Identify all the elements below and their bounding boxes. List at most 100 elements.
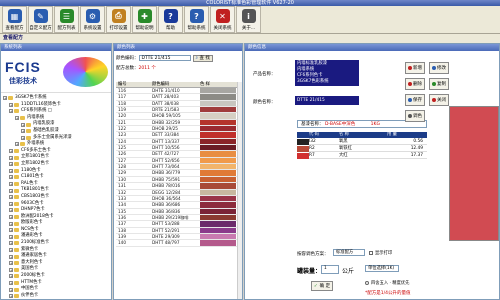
expand-icon[interactable]: + (9, 280, 13, 285)
toolbar-button-list[interactable]: ☰ 配方列表 (54, 6, 79, 33)
toolbar-button-question[interactable]: ? 帮助系统 (184, 6, 209, 33)
tree-node[interactable]: + CF6多乐士色卡 (3, 148, 109, 155)
formula-row[interactable]: R2 氧铁红 12.49 (297, 145, 427, 152)
tree-node[interactable]: + DHNP7色卡 (3, 207, 109, 214)
tree-node[interactable]: + TKB1801色卡 (3, 187, 109, 194)
tree-node[interactable]: + 基础色乳胶漆 (3, 128, 109, 135)
tree-node[interactable]: + 潘通家居色卡 (3, 253, 109, 260)
tree-node[interactable]: + 9603C色卡 (3, 201, 109, 208)
expand-icon[interactable]: + (9, 274, 13, 279)
expand-icon[interactable]: + (9, 221, 13, 226)
color-table-scrollbar[interactable] (237, 82, 242, 299)
expand-icon[interactable]: + (9, 241, 13, 246)
toolbar-button-help[interactable]: ✚ 帮助说明 (132, 6, 157, 33)
tree-node[interactable]: + 内墙系统 (3, 115, 109, 122)
expand-icon[interactable]: + (9, 155, 13, 160)
toolbar-button-print[interactable]: ⎙ 打印设置 (106, 6, 131, 33)
expand-icon[interactable]: + (9, 109, 13, 114)
expand-icon[interactable]: + (9, 228, 13, 233)
tree-node[interactable]: + NCS色卡 (3, 227, 109, 234)
expand-icon[interactable]: + (9, 102, 13, 107)
expand-icon[interactable]: + (9, 201, 13, 206)
expand-icon[interactable]: + (9, 254, 13, 259)
tree-node[interactable]: + 欧洲配2018色卡 (3, 214, 109, 221)
tree-node[interactable]: + 意大利色卡 (3, 260, 109, 267)
toolbar-button-view[interactable]: ▦ 查看配方 (2, 6, 27, 33)
tree-node[interactable]: + 中国色卡 (3, 286, 109, 293)
ok-button[interactable]: ✓ 确 定 (311, 281, 333, 291)
expand-icon[interactable]: + (15, 116, 19, 121)
action-button[interactable]: 关闭 (429, 94, 449, 106)
fcis-logo: FCIS 佳彩技术 (1, 51, 111, 93)
expand-icon[interactable]: + (9, 267, 13, 272)
tree-node[interactable]: + RAL色卡 (3, 181, 109, 188)
formula-row[interactable]: R7 大红 17.37 (297, 152, 427, 159)
expand-icon[interactable]: + (9, 168, 13, 173)
folder-icon (20, 142, 25, 147)
color-row[interactable]: 140 DHTT 48/797 (116, 240, 238, 247)
action-button[interactable]: 调色 (405, 110, 425, 122)
expand-icon[interactable]: + (21, 135, 25, 140)
expand-icon[interactable]: + (9, 175, 13, 180)
expand-icon[interactable]: + (9, 195, 13, 200)
toolbar-button-custom[interactable]: ✎ 自定义配方 (28, 6, 53, 33)
tree-node[interactable]: + 潘通彩色卡 (3, 233, 109, 240)
action-button[interactable]: 删除 (405, 78, 425, 90)
expand-icon[interactable]: + (9, 162, 13, 167)
color-swatch (200, 113, 236, 119)
tree-node[interactable]: + 多乐士金属系光泽漆 (3, 135, 109, 142)
toolbar-button-about[interactable]: i 关于... (236, 6, 261, 33)
expand-icon[interactable]: + (21, 122, 25, 127)
formula-row[interactable]: I32 氧黑 0.56 (297, 138, 427, 145)
folder-icon (14, 155, 19, 160)
expand-icon[interactable]: + (9, 188, 13, 193)
expand-icon[interactable]: + (9, 182, 13, 187)
expand-icon[interactable]: + (9, 287, 13, 292)
tree-node[interactable]: + 欧版彩色卡 (3, 220, 109, 227)
tree-node[interactable]: + 2100标准色卡 (3, 240, 109, 247)
tree-node[interactable]: + C1801色卡 (3, 174, 109, 181)
count-value: 2011 个 (138, 66, 156, 71)
calc-scheme-select[interactable]: 标准配方 (333, 249, 365, 256)
unit-label: 公斤 (342, 268, 355, 275)
tree-node[interactable]: + 1180色卡 (3, 168, 109, 175)
expand-icon[interactable]: + (3, 96, 7, 101)
quantity-input[interactable]: 1 (321, 265, 339, 274)
tree-node[interactable]: + CF6系列系统 □ (3, 108, 109, 115)
expand-icon[interactable]: + (15, 142, 19, 147)
section-title: 查看配方 (0, 34, 500, 43)
search-button[interactable]: ⌕ 查 找 (192, 54, 213, 62)
action-button[interactable]: 保存 (405, 94, 425, 106)
rounding-radio[interactable]: 四舍五入 · 精度优先 (365, 280, 409, 286)
expand-icon[interactable]: + (21, 129, 25, 134)
expand-icon[interactable]: + (9, 214, 13, 219)
tree-node[interactable]: + 伙伴色卡 (3, 293, 109, 299)
expand-icon[interactable]: + (9, 247, 13, 252)
tree-node[interactable]: + 立邦1802色卡 (3, 161, 109, 168)
color-code-input[interactable]: DTTE 21/415 (138, 55, 191, 61)
expand-icon[interactable]: + (9, 294, 13, 299)
toolbar-button-question[interactable]: ? 帮助 (158, 6, 183, 33)
action-button[interactable]: 复制 (429, 78, 449, 90)
expand-icon[interactable]: + (9, 261, 13, 266)
color-swatch (200, 138, 236, 145)
action-button[interactable]: 新增 (405, 62, 425, 74)
tree-node[interactable]: + HTTM色卡 (3, 280, 109, 287)
tree-node[interactable]: + 紫微色卡 (3, 247, 109, 254)
tree-node[interactable]: + 立邦1801色卡 (3, 154, 109, 161)
tree-node[interactable]: + 美国色卡 (3, 266, 109, 273)
tree-node[interactable]: + 3GSK7色卡系统 (3, 95, 109, 102)
tree-node[interactable]: + 11DDTL16装饰色卡 (3, 102, 109, 109)
tree-node[interactable]: + CBS1803色卡 (3, 194, 109, 201)
tree-node[interactable]: + 2000标色卡 (3, 273, 109, 280)
toolbar-button-settings[interactable]: ⚙ 系统设置 (80, 6, 105, 33)
unit-select[interactable]: 单位选择(1K) (365, 265, 399, 272)
expand-icon[interactable]: + (9, 208, 13, 213)
tree-node[interactable]: + 内墙乳胶漆 (3, 121, 109, 128)
tree-node[interactable]: + 外墙系统 (3, 141, 109, 148)
expand-icon[interactable]: + (9, 149, 13, 154)
expand-icon[interactable]: + (9, 234, 13, 239)
show-print-checkbox[interactable]: 显示打印 (369, 250, 392, 256)
toolbar-button-close[interactable]: ✕ 关闭系统 (210, 6, 235, 33)
action-button[interactable]: 修改 (429, 62, 449, 74)
